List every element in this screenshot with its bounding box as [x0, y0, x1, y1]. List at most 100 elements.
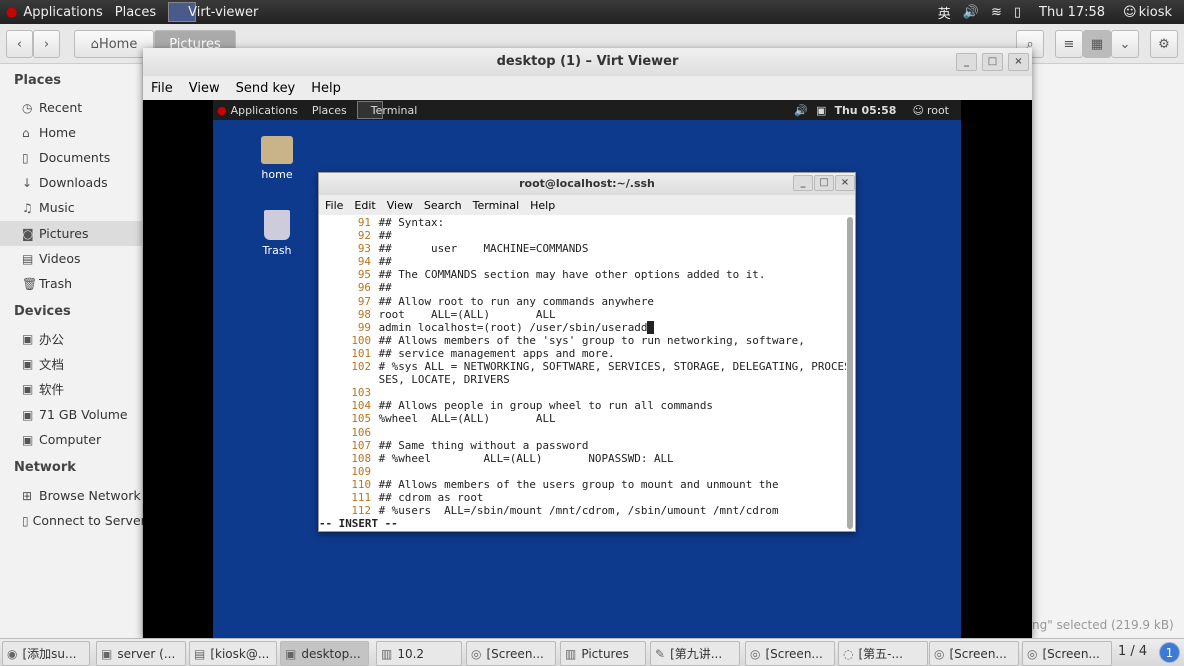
menu-file[interactable]: File — [325, 199, 343, 212]
active-window-label[interactable]: Virt-viewer — [188, 5, 258, 20]
close-button[interactable]: × — [1008, 53, 1029, 71]
grid-view-button[interactable]: ▦ — [1083, 30, 1111, 58]
taskbar: ◉ [添加su... ▣ server (... ▤ [kiosk@... ▣ desktop… — [0, 638, 1184, 666]
taskbar-item[interactable]: ◉ [添加su... — [2, 641, 90, 666]
network-icon[interactable]: ▣ — [816, 104, 826, 117]
virt-viewer-titlebar[interactable]: desktop (1) – Virt Viewer _ □ × — [143, 48, 1032, 76]
guest-display[interactable]: ● Applications Places Terminal 🔊 ▣ Thu 0… — [213, 100, 961, 638]
menu-view[interactable]: View — [189, 81, 220, 96]
path-home-button[interactable]: ⌂ Home — [74, 30, 154, 58]
user-menu[interactable]: kiosk — [1139, 5, 1172, 20]
close-button[interactable]: × — [835, 175, 855, 191]
download-icon: ↓ — [22, 175, 33, 190]
workspace-switcher[interactable]: 1 / 4 — [1118, 644, 1147, 659]
sidebar-item-trash[interactable]: 🗑 Trash — [0, 271, 143, 296]
taskbar-item[interactable]: ◎ [Screen... — [466, 641, 556, 666]
line-number: 111 — [351, 490, 371, 504]
screenshot-icon: ◎ — [934, 646, 945, 661]
clock[interactable]: Thu 17:58 — [1039, 5, 1105, 20]
sidebar-item-videos[interactable]: ▤ Videos — [0, 246, 143, 271]
terminal-scrollbar[interactable] — [847, 217, 853, 529]
menu-terminal[interactable]: Terminal — [473, 199, 520, 212]
menu-search[interactable]: Search — [424, 199, 462, 212]
taskbar-item[interactable]: ▣ server (... — [96, 641, 186, 666]
taskbar-item[interactable]: ◎ [Screen... — [745, 641, 835, 666]
user-icon: ☺ — [912, 103, 924, 117]
list-view-button[interactable]: ≡ — [1055, 30, 1083, 58]
menu-send-key[interactable]: Send key — [236, 81, 296, 96]
line-number: 103 — [351, 386, 371, 400]
sidebar-item-music[interactable]: ♫ Music — [0, 195, 143, 220]
wifi-icon[interactable]: ≋ — [991, 5, 1002, 20]
view-options-button[interactable]: ⌄ — [1111, 30, 1139, 58]
sidebar-item-recent[interactable]: ◷ Recent — [0, 95, 143, 120]
redhat-icon: ● — [217, 103, 227, 117]
places-menu[interactable]: Places — [115, 5, 156, 20]
terminal-titlebar[interactable]: root@localhost:~/.ssh _ □ × — [319, 173, 855, 195]
sidebar-item-pictures[interactable]: ◙ Pictures — [0, 221, 143, 246]
line-number: 112 — [351, 504, 371, 518]
line-text: ## Same thing without a password — [378, 438, 589, 452]
sidebar-item-browse-network[interactable]: ⊞ Browse Network — [0, 483, 143, 508]
line-text: SES, LOCATE, DRIVERS — [378, 373, 510, 387]
notification-badge[interactable]: 1 — [1159, 642, 1180, 663]
guest-active-window[interactable]: Terminal — [371, 104, 418, 117]
applications-menu[interactable]: Applications — [23, 5, 102, 20]
line-number: 94 — [357, 255, 371, 269]
editor-line: 91 ## Syntax: — [319, 216, 846, 229]
line-number: 107 — [351, 438, 371, 452]
menu-edit[interactable]: Edit — [354, 199, 375, 212]
menu-help[interactable]: Help — [311, 81, 341, 96]
screenshot-icon: ◎ — [750, 646, 761, 661]
desktop-icon-trash[interactable]: Trash — [247, 210, 307, 257]
folder-icon — [261, 136, 293, 164]
guest-clock[interactable]: Thu 05:58 — [834, 104, 896, 117]
line-number: 101 — [351, 346, 371, 360]
volume-icon[interactable]: 🔊 — [794, 104, 808, 117]
terminal-icon: ▤ — [194, 646, 206, 661]
guest-user-menu[interactable]: root — [927, 104, 949, 117]
sidebar-item-device[interactable]: ▣ 71 GB Volume — [0, 402, 143, 427]
maximize-button[interactable]: □ — [982, 53, 1003, 71]
sidebar-item-device[interactable]: ▣ 软件 — [0, 376, 143, 401]
line-number: 100 — [351, 333, 371, 347]
taskbar-item[interactable]: ◎ [Screen... — [929, 641, 1019, 666]
forward-button[interactable]: › — [33, 30, 60, 58]
maximize-button[interactable]: □ — [814, 175, 834, 191]
back-button[interactable]: ‹ — [6, 30, 33, 58]
taskbar-item[interactable]: ◌ [第五-... — [838, 641, 928, 666]
taskbar-item[interactable]: ▥ Pictures — [560, 641, 646, 666]
user-icon: ☺ — [1123, 4, 1137, 20]
sidebar-item-device[interactable]: ▣ 办公 — [0, 326, 143, 351]
taskbar-item[interactable]: ✎ [第九讲... — [650, 641, 740, 666]
taskbar-item[interactable]: ▣ desktop... — [280, 641, 369, 666]
volume-icon[interactable]: 🔊 — [963, 5, 979, 20]
line-number: 109 — [351, 464, 371, 478]
sidebar-item-device[interactable]: ▣ 文档 — [0, 351, 143, 376]
sidebar-item-computer[interactable]: ▣ Computer — [0, 427, 143, 452]
minimize-button[interactable]: _ — [793, 175, 813, 191]
terminal-content[interactable]: 91 ## Syntax: 92 ## 93 ## user MACHINE=COM… — [319, 215, 846, 531]
minimize-button[interactable]: _ — [956, 53, 977, 71]
places-header: Places — [14, 73, 62, 88]
files-icon: ▥ — [565, 646, 577, 661]
menu-help[interactable]: Help — [530, 199, 555, 212]
sidebar-item-home[interactable]: ⌂ Home — [0, 120, 143, 145]
line-number: 110 — [351, 477, 371, 491]
input-method-indicator[interactable]: 英 — [938, 3, 951, 22]
computer-icon: ▣ — [22, 432, 34, 447]
desktop-icon-home[interactable]: home — [247, 136, 307, 181]
sidebar-item-connect-server[interactable]: ▯ Connect to Server — [0, 508, 146, 533]
editor-line: 97 ## Allow root to run any commands any… — [319, 295, 846, 308]
sidebar-item-documents[interactable]: ▯ Documents — [0, 145, 143, 170]
guest-places-menu[interactable]: Places — [312, 104, 347, 117]
sidebar-item-downloads[interactable]: ↓ Downloads — [0, 170, 143, 195]
settings-button[interactable]: ⚙ — [1150, 30, 1178, 58]
menu-file[interactable]: File — [151, 81, 173, 96]
guest-applications-menu[interactable]: Applications — [231, 104, 298, 117]
taskbar-item[interactable]: ▥ 10.2 — [376, 641, 462, 666]
battery-icon[interactable]: ▯ — [1014, 5, 1021, 20]
taskbar-item[interactable]: ◎ [Screen... — [1022, 641, 1112, 666]
taskbar-item[interactable]: ▤ [kiosk@... — [189, 641, 277, 666]
menu-view[interactable]: View — [387, 199, 413, 212]
